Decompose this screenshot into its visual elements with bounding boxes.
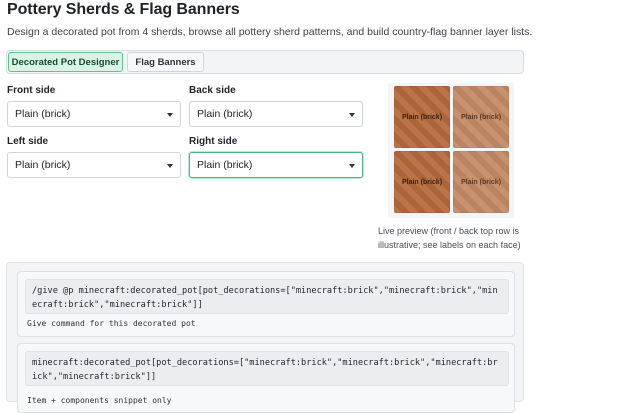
front-side-value: Plain (brick)	[15, 108, 71, 120]
preview-face-front: Plain (brick)	[394, 86, 450, 148]
chevron-down-icon	[349, 113, 355, 117]
preview-face-back: Plain (brick)	[453, 86, 509, 148]
back-side-select[interactable]: Plain (brick)	[189, 101, 363, 127]
give-command-code[interactable]: /give @p minecraft:decorated_pot[pot_dec…	[25, 279, 509, 314]
preview-face-right: Plain (brick)	[453, 151, 509, 213]
tab-decorated-pot-designer[interactable]: Decorated Pot Designer	[8, 52, 123, 72]
page-description: Design a decorated pot from 4 sherds, br…	[7, 26, 533, 38]
right-side-select[interactable]: Plain (brick)	[189, 152, 363, 178]
preview-face-left: Plain (brick)	[394, 151, 450, 213]
page-title: Pottery Sherds & Flag Banners	[7, 1, 240, 18]
tab-bar: Decorated Pot Designer Flag Banners	[6, 50, 524, 74]
chevron-down-icon	[167, 164, 173, 168]
pot-preview-grid: Plain (brick) Plain (brick) Plain (brick…	[394, 86, 510, 215]
back-side-label: Back side	[189, 85, 236, 96]
front-side-select[interactable]: Plain (brick)	[7, 101, 181, 127]
right-side-value: Plain (brick)	[197, 159, 253, 171]
preview-caption: Live preview (front / back top row is il…	[378, 226, 521, 250]
tab-flag-banners[interactable]: Flag Banners	[127, 52, 204, 72]
pot-preview: Plain (brick) Plain (brick) Plain (brick…	[388, 83, 514, 218]
snippet-card: minecraft:decorated_pot[pot_decorations=…	[17, 343, 515, 413]
left-side-select[interactable]: Plain (brick)	[7, 152, 181, 178]
snippet-code[interactable]: minecraft:decorated_pot[pot_decorations=…	[25, 351, 509, 386]
left-side-label: Left side	[7, 136, 49, 147]
right-side-label: Right side	[189, 136, 238, 147]
output-panel: /give @p minecraft:decorated_pot[pot_dec…	[6, 262, 524, 413]
back-side-value: Plain (brick)	[197, 108, 253, 120]
give-command-caption: Give command for this decorated pot	[27, 319, 196, 328]
chevron-down-icon	[349, 164, 355, 168]
snippet-caption: Item + components snippet only	[27, 396, 172, 405]
chevron-down-icon	[167, 113, 173, 117]
left-side-value: Plain (brick)	[15, 159, 71, 171]
give-command-card: /give @p minecraft:decorated_pot[pot_dec…	[17, 271, 515, 337]
front-side-label: Front side	[7, 85, 56, 96]
